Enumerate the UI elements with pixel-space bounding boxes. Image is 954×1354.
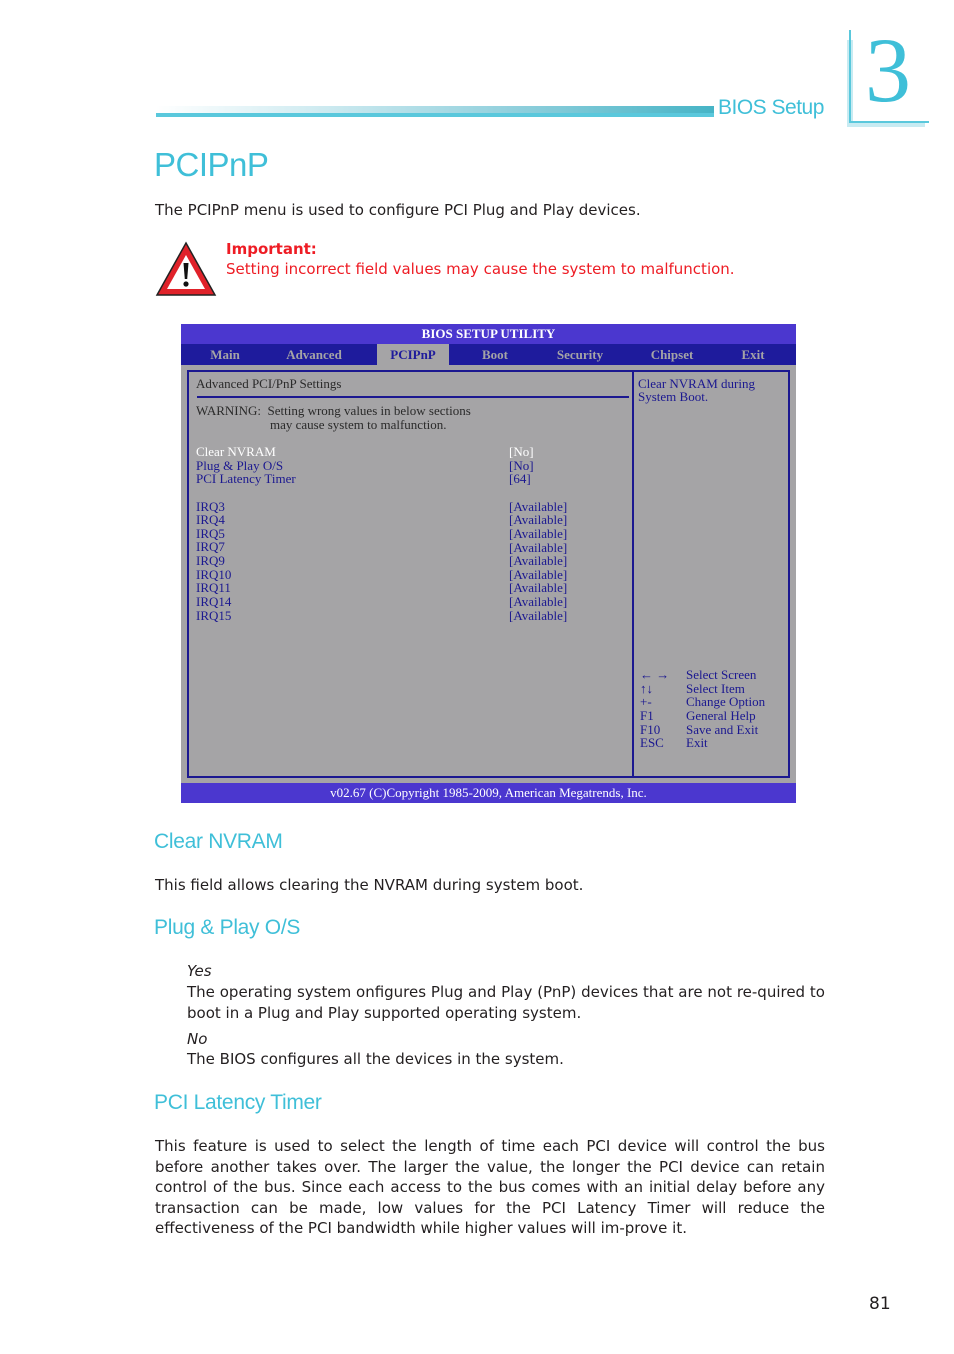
bios-title-bar: BIOS SETUP UTILITY: [181, 324, 796, 344]
irq-value: [Available]: [509, 594, 568, 609]
bios-tab-bar: Main Advanced PCIPnP Boot Security Chips…: [181, 344, 796, 365]
setting-value: [No]: [509, 444, 534, 459]
chapter-number: 3: [865, 19, 911, 121]
heading-divider: [197, 396, 629, 398]
option-name-no: No: [187, 1030, 208, 1048]
warning-line-2: may cause system to malfunction.: [270, 417, 447, 432]
tab-security[interactable]: Security: [541, 344, 619, 365]
irq-value: [Available]: [509, 553, 568, 568]
tab-chipset[interactable]: Chipset: [637, 344, 707, 365]
settings-panel: Advanced PCI/PnP Settings WARNING: Setti…: [187, 370, 634, 778]
page-number: 81: [869, 1294, 891, 1314]
important-text: Setting incorrect field values may cause…: [226, 260, 735, 278]
warning-triangle-icon: [155, 241, 217, 297]
bios-footer: v02.67 (C)Copyright 1985-2009, American …: [181, 783, 796, 803]
irq-value: [Available]: [509, 526, 568, 541]
option-name-yes: Yes: [187, 962, 212, 980]
irq-value: [Available]: [509, 512, 568, 527]
tab-exit[interactable]: Exit: [727, 344, 779, 365]
important-label: Important:: [226, 240, 317, 258]
irq-label: IRQ11: [196, 580, 231, 595]
section-label: BIOS Setup: [718, 96, 824, 119]
intro-text: The PCIPnP menu is used to configure PCI…: [155, 201, 641, 219]
tab-advanced[interactable]: Advanced: [273, 344, 355, 365]
key-esc: ESC: [640, 735, 664, 750]
section-body-pci-latency: This feature is used to select the lengt…: [155, 1137, 825, 1237]
help-panel: Clear NVRAM during System Boot. ← → Sele…: [632, 370, 790, 778]
tab-pcipnp[interactable]: PCIPnP: [377, 344, 449, 365]
irq-label: IRQ9: [196, 553, 225, 568]
section-heading-clear-nvram: Clear NVRAM: [154, 830, 283, 853]
option-desc-no: The BIOS configures all the devices in t…: [187, 1050, 564, 1068]
key-action: Select Screen: [686, 667, 757, 682]
section-heading-plug-and-play: Plug & Play O/S: [154, 916, 301, 939]
irq-label: IRQ4: [196, 512, 225, 527]
irq-label: IRQ14: [196, 594, 232, 609]
irq-value: [Available]: [509, 580, 568, 595]
setting-value: [64]: [509, 471, 531, 486]
tab-boot[interactable]: Boot: [465, 344, 525, 365]
chapter-marker: 3: [847, 24, 929, 127]
help-line-2: System Boot.: [638, 389, 709, 404]
irq-label: IRQ7: [196, 539, 225, 554]
bios-screen: BIOS SETUP UTILITY Main Advanced PCIPnP …: [181, 324, 796, 803]
key-action: Change Option: [686, 694, 766, 709]
warning-line-1: WARNING: Setting wrong values in below s…: [196, 403, 471, 418]
key-arrows-lr: ← →: [640, 667, 670, 682]
section-body-clear-nvram: This field allows clearing the NVRAM dur…: [155, 876, 584, 894]
tab-main[interactable]: Main: [191, 344, 259, 365]
key-f1: F1: [640, 708, 654, 723]
page-title: PCIPnP: [154, 146, 269, 183]
setting-label: Clear NVRAM: [196, 444, 276, 459]
irq-value: [Available]: [509, 608, 568, 623]
settings-heading: Advanced PCI/PnP Settings: [196, 376, 342, 391]
header-rule: [156, 106, 714, 118]
key-plus-minus: +-: [640, 694, 652, 709]
key-action: General Help: [686, 708, 756, 723]
section-heading-pci-latency: PCI Latency Timer: [154, 1091, 322, 1114]
option-desc-yes: The operating system onfigures Plug and …: [187, 983, 825, 1022]
key-action: Exit: [686, 735, 708, 750]
irq-label: IRQ15: [196, 608, 232, 623]
setting-label: PCI Latency Timer: [196, 471, 296, 486]
